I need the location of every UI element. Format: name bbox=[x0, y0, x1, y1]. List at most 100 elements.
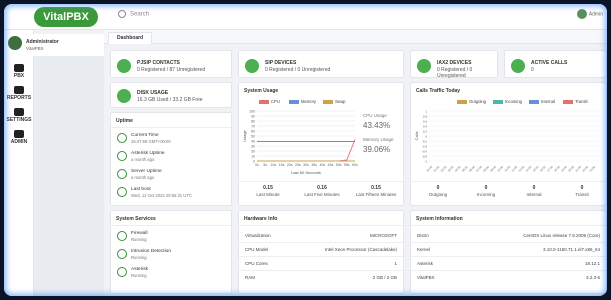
outgoing-value: 0 bbox=[436, 185, 440, 191]
load-15min-value: 0.15 bbox=[371, 185, 381, 191]
stat-value: 0 bbox=[531, 67, 534, 73]
stat-value: 0 Registered / 0 Unregistered bbox=[265, 67, 331, 73]
divider bbox=[239, 256, 403, 257]
sysinfo-value: 3.2.3-5 bbox=[585, 275, 600, 280]
sysinfo-key: Kernel bbox=[417, 247, 431, 252]
x-tick-label: 02:00 bbox=[440, 165, 448, 173]
hardware-title: Hardware Info bbox=[244, 216, 278, 222]
uptime-row-title: Last boot bbox=[131, 187, 151, 192]
x-tick-label: 05:00 bbox=[461, 165, 469, 173]
uptime-row-title: Current Time bbox=[131, 133, 159, 138]
nav-reports-label: REPORTS bbox=[6, 95, 32, 101]
nav-admin[interactable]: ADMIN bbox=[4, 130, 34, 145]
divider bbox=[411, 270, 606, 271]
legend-label: CPU bbox=[271, 99, 280, 104]
top-bar: VitalPBX Search Admin bbox=[4, 4, 607, 30]
divider bbox=[411, 242, 606, 243]
load-5min-label: Last Five Minutes bbox=[304, 192, 340, 197]
divider bbox=[239, 242, 403, 243]
series-line-cpu bbox=[257, 139, 356, 162]
internal-value: 0 bbox=[532, 185, 536, 191]
x-tick-label: 10s bbox=[271, 163, 277, 167]
sysinfo-value: 18.12.1 bbox=[584, 261, 600, 266]
search-icon bbox=[118, 10, 126, 18]
service-row-title: Firewall bbox=[131, 231, 148, 236]
outgoing-label: Outgoing bbox=[428, 192, 448, 197]
uptime-card: Uptime Current Time 15:47:56 GMT+00:00 A… bbox=[110, 112, 232, 206]
hw-key: CPU Cores bbox=[245, 261, 268, 266]
sysinfo-value: CentOS Linux release 7.9.2009 (Core) bbox=[523, 233, 600, 238]
uptime-row-title: Server Uptime bbox=[131, 169, 162, 174]
incoming-value: 0 bbox=[484, 185, 488, 191]
legend-swatch bbox=[563, 99, 573, 104]
services-card: System Services Firewall Running Intrusi… bbox=[110, 210, 232, 294]
phone-icon bbox=[117, 59, 131, 73]
service-row-title: Asterisk bbox=[131, 267, 149, 272]
legend-incoming: Incoming bbox=[493, 99, 522, 104]
x-tick-label: 00:00 bbox=[425, 165, 433, 173]
avatar[interactable] bbox=[8, 36, 22, 50]
service-row-title: Intrusion Detection bbox=[131, 249, 171, 254]
firewall-icon bbox=[117, 231, 127, 241]
x-tick-label: 08:00 bbox=[482, 165, 490, 173]
legend-swatch bbox=[457, 99, 467, 104]
tab-bar: Dashboard bbox=[104, 30, 607, 44]
user-menu[interactable]: Admin bbox=[576, 9, 603, 19]
x-tick-label: 5s bbox=[263, 163, 267, 167]
hw-value: 2 GB / 2 GB bbox=[372, 275, 397, 280]
y-tick-label: 30 bbox=[251, 145, 255, 149]
tab-dashboard[interactable]: Dashboard bbox=[108, 32, 153, 44]
boot-icon bbox=[117, 187, 127, 197]
legend-label: Transit bbox=[575, 99, 588, 104]
nav-reports[interactable]: REPORTS bbox=[4, 86, 34, 101]
active-calls-icon bbox=[511, 59, 525, 73]
uptime-title: Uptime bbox=[116, 118, 133, 124]
service-row-sub: Running bbox=[131, 237, 147, 242]
x-tick-label: 25s bbox=[295, 163, 301, 167]
stat-title: SIP DEVICES bbox=[265, 60, 297, 66]
internal-label: Internal bbox=[526, 192, 542, 197]
service-row-sub: Running bbox=[131, 273, 147, 278]
x-axis-label: Last 60 Seconds bbox=[291, 170, 321, 175]
load-1min-value: 0.15 bbox=[263, 185, 273, 191]
y-tick-label: 0.8 bbox=[423, 115, 428, 119]
y-tick-label: 90 bbox=[251, 115, 255, 119]
uptime-row-sub: 15:47:56 GMT+00:00 bbox=[131, 139, 171, 144]
disk-title: DISK USAGE bbox=[137, 90, 169, 96]
legend-label: Memory bbox=[301, 99, 317, 104]
sysinfo-key: Asterisk bbox=[417, 261, 434, 266]
x-tick-label: 45s bbox=[328, 163, 334, 167]
phone-icon bbox=[245, 59, 259, 73]
y-tick-label: 0.4 bbox=[423, 125, 428, 129]
legend-transit: Transit bbox=[563, 99, 588, 104]
disk-icon bbox=[117, 89, 131, 103]
x-tick-label: 15:00 bbox=[532, 165, 540, 173]
nav-settings[interactable]: SETTINGS bbox=[4, 108, 34, 123]
nav-pbx[interactable]: PBX bbox=[4, 64, 34, 79]
user-role: VitalPBX bbox=[26, 46, 44, 51]
x-tick-label: 35s bbox=[311, 163, 317, 167]
stat-pjsip: PJSIP CONTACTS 0 Registered / 87 Unregis… bbox=[110, 50, 232, 78]
sysinfo-key: VitalPBX bbox=[417, 275, 435, 280]
system-usage-title: System Usage bbox=[244, 88, 279, 94]
legend-label: Outgoing bbox=[469, 99, 486, 104]
x-tick-label: 20s bbox=[287, 163, 293, 167]
y-tick-label: 50 bbox=[251, 135, 255, 139]
intrusion-icon bbox=[117, 249, 127, 259]
y-tick-label: -0.4 bbox=[422, 145, 428, 149]
legend-swatch bbox=[289, 99, 299, 104]
x-tick-label: 23:00 bbox=[588, 165, 596, 173]
calls-traffic-card: Calls Traffic Today Outgoing Incoming In… bbox=[410, 82, 607, 206]
stat-title: ACTIVE CALLS bbox=[531, 60, 568, 66]
x-tick-label: 09:00 bbox=[489, 165, 497, 173]
x-tick-label: 18:00 bbox=[553, 165, 561, 173]
sysinfo-key: Distro bbox=[417, 233, 429, 238]
services-title: System Services bbox=[116, 216, 156, 222]
hw-value: 1 bbox=[394, 261, 397, 266]
search-bar[interactable]: Search bbox=[118, 10, 558, 24]
vitalpbx-logo[interactable]: VitalPBX bbox=[34, 7, 98, 27]
app-window: VitalPBX Search Admin PBX REPORTS SETTIN… bbox=[4, 4, 607, 296]
incoming-label: Incoming bbox=[476, 192, 496, 197]
y-tick-label: -1 bbox=[424, 160, 427, 164]
calls-traffic-title: Calls Traffic Today bbox=[416, 88, 461, 94]
